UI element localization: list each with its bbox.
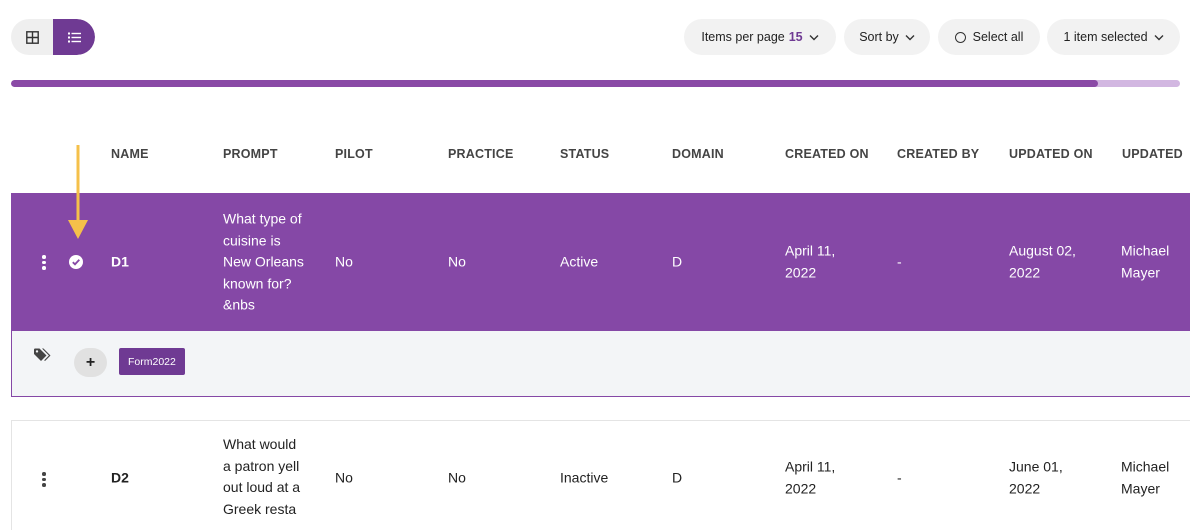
column-header-updated-on[interactable]: UPDATED ON — [1009, 147, 1093, 161]
chevron-down-icon — [905, 34, 915, 41]
progress-bar — [11, 80, 1180, 87]
items-per-page-label: Items per page — [701, 30, 785, 44]
grid-view-button[interactable] — [11, 19, 53, 55]
row-name: D1 — [111, 253, 129, 270]
row-domain: D — [672, 253, 683, 270]
items-per-page-value: 15 — [788, 30, 803, 44]
selection-dropdown[interactable]: 1 item selected — [1047, 19, 1180, 55]
table-row[interactable]: D1 What type of cuisine is New Orleans know… — [11, 193, 1190, 331]
column-header-pilot[interactable]: PILOT — [335, 147, 373, 161]
row-created-on: April 11, 2022 — [785, 242, 836, 281]
tag-chip[interactable]: Form2022 — [119, 348, 185, 375]
list-icon — [67, 32, 81, 42]
row-created-on: April 11, 2022 — [785, 458, 836, 497]
row-created-by: - — [897, 253, 902, 270]
row-prompt: What would a patron yell out loud at a Gree… — [223, 436, 301, 517]
chevron-down-icon — [809, 34, 819, 41]
column-header-created-on[interactable]: CREATED ON — [785, 147, 869, 161]
check-circle-icon[interactable] — [69, 255, 83, 269]
row-practice: No — [448, 253, 466, 270]
more-options-icon[interactable] — [42, 472, 46, 487]
row-updated-on: August 02, 2022 — [1009, 242, 1076, 281]
progress-fill — [11, 80, 1099, 87]
chevron-down-icon — [1154, 34, 1164, 41]
row-prompt: What type of cuisine is New Orleans known f… — [223, 210, 304, 313]
column-header-domain[interactable]: DOMAIN — [672, 147, 724, 161]
list-view-button[interactable] — [53, 19, 95, 55]
row-pilot: No — [335, 469, 353, 486]
row-status: Inactive — [560, 469, 609, 486]
column-header-prompt[interactable]: PROMPT — [223, 147, 278, 161]
items-per-page-dropdown[interactable]: Items per page 15 — [684, 19, 836, 55]
row-status: Active — [560, 253, 599, 270]
row-created-by: - — [897, 469, 902, 486]
select-all-button[interactable]: Select all — [938, 19, 1040, 55]
add-tag-button[interactable]: + — [74, 348, 107, 377]
selection-label: 1 item selected — [1063, 30, 1148, 44]
column-header-updated-by[interactable]: UPDATED — [1122, 147, 1183, 161]
annotation-arrow-icon — [68, 145, 88, 239]
select-all-label: Select all — [972, 30, 1024, 44]
row-pilot: No — [335, 253, 353, 270]
view-toggle — [11, 19, 95, 55]
row-updated-by: Michael Mayer — [1121, 458, 1170, 497]
grid-icon — [25, 30, 39, 44]
more-options-icon[interactable] — [42, 255, 46, 270]
row-updated-on: June 01, 2022 — [1009, 458, 1063, 497]
column-header-created-by[interactable]: CREATED BY — [897, 147, 979, 161]
column-header-practice[interactable]: PRACTICE — [448, 147, 514, 161]
row-practice: No — [448, 469, 466, 486]
tags-panel: + Form2022 — [11, 331, 1190, 397]
row-updated-by: Michael Mayer — [1121, 242, 1170, 281]
table-row[interactable]: D2 What would a patron yell out loud at aG… — [11, 420, 1190, 530]
row-domain: D — [672, 469, 683, 486]
sort-by-label: Sort by — [859, 30, 899, 44]
column-header-name[interactable]: NAME — [111, 147, 149, 161]
sort-by-dropdown[interactable]: Sort by — [844, 19, 930, 55]
circle-icon — [954, 31, 966, 43]
row-name: D2 — [111, 469, 129, 486]
tags-icon — [34, 348, 51, 361]
column-header-status[interactable]: STATUS — [560, 147, 609, 161]
